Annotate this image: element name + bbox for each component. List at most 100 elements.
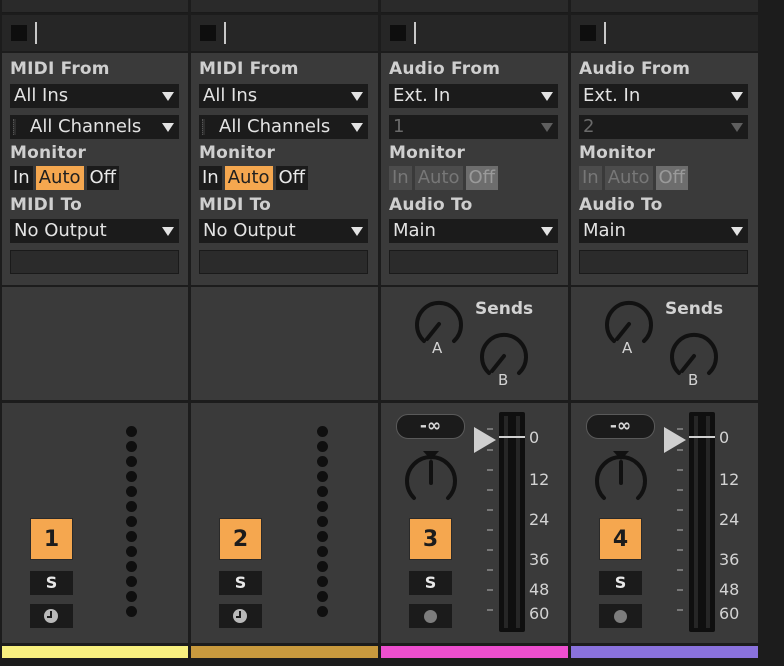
input-channel-dropdown[interactable]: All Channels (10, 115, 179, 139)
pan-knob[interactable] (401, 449, 461, 509)
scale-label: 60 (719, 604, 740, 623)
input-channel-dropdown[interactable]: All Channels (199, 115, 368, 139)
monitor-switch: In Auto Off (579, 166, 689, 190)
output-label: MIDI To (199, 195, 272, 215)
chevron-down-icon (541, 123, 553, 132)
chevron-down-icon (351, 227, 363, 236)
chevron-down-icon (162, 123, 174, 132)
solo-button[interactable]: S (599, 571, 642, 595)
volume-readout[interactable]: -∞ (396, 414, 465, 439)
track-top-cap (2, 0, 188, 13)
track-activator-button[interactable]: 4 (599, 518, 642, 560)
input-type-label: MIDI From (10, 59, 110, 79)
monitor-switch: In Auto Off (199, 166, 309, 190)
monitor-in-button[interactable]: In (10, 166, 33, 190)
track-activator-square[interactable] (580, 25, 596, 41)
track-activator-square[interactable] (200, 25, 216, 41)
sends-section: Sends A B (381, 287, 568, 400)
output-target-dropdown[interactable]: No Output (10, 219, 179, 243)
output-channel-box[interactable] (579, 250, 748, 274)
track-header[interactable] (381, 15, 568, 51)
input-channel-dropdown[interactable]: 2 (579, 115, 748, 139)
mixer-section: 1 S (2, 403, 188, 643)
input-type-label: Audio From (389, 59, 501, 79)
mixer-section: -∞ 0 12 24 36 48 60 4 S (571, 403, 758, 643)
monitor-switch: In Auto Off (10, 166, 120, 190)
grip-icon (202, 119, 205, 135)
solo-button[interactable]: S (409, 571, 452, 595)
output-target-dropdown[interactable]: Main (389, 219, 558, 243)
scale-label: 12 (529, 470, 550, 489)
mixer-section: -∞ 0 12 24 36 48 60 3 S (381, 403, 568, 643)
clock-icon (44, 609, 58, 623)
send-a-label: A (622, 339, 633, 357)
monitor-in-button[interactable]: In (389, 166, 412, 190)
output-label: MIDI To (10, 195, 83, 215)
monitor-in-button[interactable]: In (199, 166, 222, 190)
chevron-down-icon (731, 92, 743, 101)
solo-button[interactable]: S (219, 571, 262, 595)
track-activator-button[interactable]: 3 (409, 518, 452, 560)
scale-label: 60 (529, 604, 550, 623)
track-top-cap (381, 0, 568, 13)
output-channel-box[interactable] (10, 250, 179, 274)
input-source-dropdown[interactable]: Ext. In (389, 84, 558, 108)
input-source-dropdown[interactable]: All Ins (10, 84, 179, 108)
scale-label: 0 (529, 428, 540, 447)
solo-button[interactable]: S (30, 571, 73, 595)
input-source-dropdown[interactable]: All Ins (199, 84, 368, 108)
monitor-auto-button[interactable]: Auto (35, 166, 84, 190)
monitor-off-button[interactable]: Off (275, 166, 309, 190)
track-activator-button[interactable]: 2 (219, 518, 262, 560)
track-header-divider (35, 22, 37, 44)
monitor-in-button[interactable]: In (579, 166, 602, 190)
track-activator-button[interactable]: 1 (30, 518, 73, 560)
chevron-down-icon (541, 227, 553, 236)
input-type-label: MIDI From (199, 59, 299, 79)
output-channel-box[interactable] (199, 250, 368, 274)
input-source-dropdown[interactable]: Ext. In (579, 84, 748, 108)
track-strip-1: MIDI From All Ins All Channels Monitor I… (2, 0, 188, 666)
track-activator-square[interactable] (390, 25, 406, 41)
output-target-dropdown[interactable]: Main (579, 219, 748, 243)
output-target-dropdown[interactable]: No Output (199, 219, 368, 243)
input-channel-value: All Channels (219, 116, 331, 137)
send-b-label: B (688, 371, 699, 389)
scale-label: 24 (529, 510, 550, 529)
volume-fader-handle[interactable] (664, 427, 686, 453)
track-header[interactable] (2, 15, 188, 51)
input-source-value: Ext. In (583, 85, 641, 106)
monitor-auto-button[interactable]: Auto (224, 166, 273, 190)
monitor-auto-button[interactable]: Auto (604, 166, 653, 190)
monitor-label: Monitor (389, 143, 466, 163)
monitor-switch: In Auto Off (389, 166, 499, 190)
grip-icon (13, 119, 16, 135)
track-header[interactable] (191, 15, 378, 51)
monitor-off-button[interactable]: Off (465, 166, 499, 190)
chevron-down-icon (162, 227, 174, 236)
volume-fader[interactable] (499, 412, 525, 632)
monitor-auto-button[interactable]: Auto (414, 166, 463, 190)
volume-readout[interactable]: -∞ (586, 414, 655, 439)
scale-label: 24 (719, 510, 740, 529)
volume-fader[interactable] (689, 412, 715, 632)
output-channel-box[interactable] (389, 250, 558, 274)
sends-label: Sends (665, 299, 724, 319)
io-section: MIDI From All Ins All Channels Monitor I… (2, 53, 188, 285)
monitor-off-button[interactable]: Off (655, 166, 689, 190)
volume-fader-handle[interactable] (474, 427, 496, 453)
track-color-bar (191, 646, 378, 658)
arm-button[interactable] (409, 604, 452, 628)
input-channel-dropdown[interactable]: 1 (389, 115, 558, 139)
send-b-label: B (498, 371, 509, 389)
arm-button[interactable] (599, 604, 642, 628)
monitor-off-button[interactable]: Off (86, 166, 120, 190)
arm-button[interactable] (219, 604, 262, 628)
pan-knob[interactable] (591, 449, 651, 509)
input-channel-value: 2 (583, 116, 595, 137)
chevron-down-icon (731, 123, 743, 132)
input-source-value: Ext. In (393, 85, 451, 106)
track-activator-square[interactable] (11, 25, 27, 41)
arm-button[interactable] (30, 604, 73, 628)
track-header[interactable] (571, 15, 758, 51)
